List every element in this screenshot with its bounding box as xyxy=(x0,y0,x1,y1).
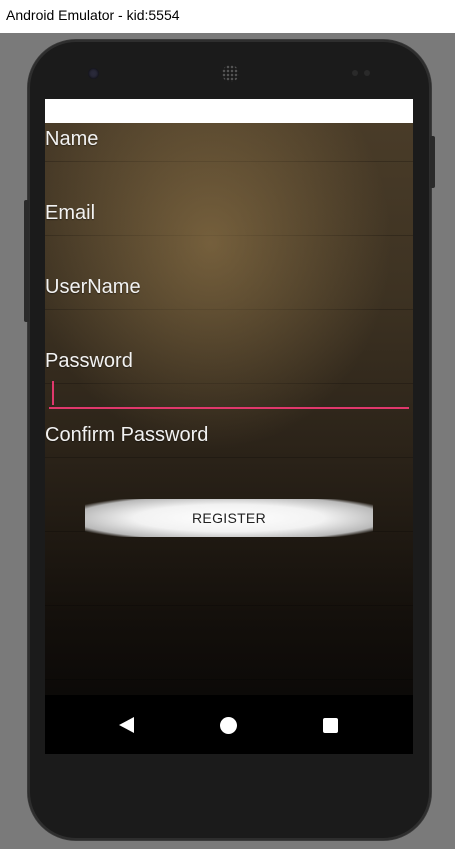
app-screen: Name Email UserName Password Confirm Pas… xyxy=(45,99,413,754)
window-title: Android Emulator - kid:5554 xyxy=(6,7,180,23)
back-icon[interactable] xyxy=(119,717,134,733)
confirm-password-label: Confirm Password xyxy=(45,424,209,446)
email-input[interactable] xyxy=(49,225,409,253)
navigation-bar xyxy=(45,695,413,754)
name-input[interactable] xyxy=(49,151,409,179)
phone-frame: Name Email UserName Password Confirm Pas… xyxy=(24,40,435,840)
window-titlebar: Android Emulator - kid:5554 xyxy=(0,0,455,33)
email-label: Email xyxy=(45,202,96,224)
proximity-sensor-icon xyxy=(352,70,358,76)
name-label: Name xyxy=(45,128,99,150)
username-label: UserName xyxy=(45,276,141,298)
front-camera-icon xyxy=(88,68,99,79)
light-sensor-icon xyxy=(364,70,370,76)
home-icon[interactable] xyxy=(220,717,237,734)
power-button[interactable] xyxy=(430,136,435,188)
confirm-password-input[interactable] xyxy=(49,447,409,475)
recents-icon[interactable] xyxy=(323,718,338,733)
volume-button[interactable] xyxy=(24,200,29,322)
status-bar xyxy=(45,99,413,123)
username-input[interactable] xyxy=(49,299,409,327)
text-cursor xyxy=(52,381,54,405)
password-label: Password xyxy=(45,350,133,372)
register-button[interactable]: REGISTER xyxy=(85,499,373,537)
speaker-grille-icon xyxy=(222,65,239,82)
password-input[interactable] xyxy=(49,379,409,409)
